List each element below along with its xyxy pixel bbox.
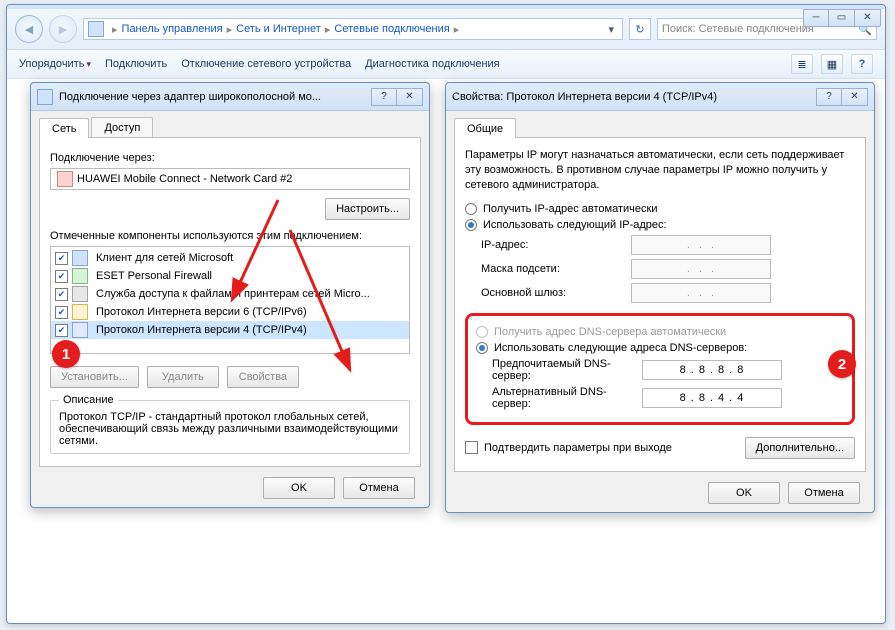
help-button[interactable]: ? [816, 88, 842, 106]
items-label: Отмеченные компоненты используются этим … [50, 230, 410, 242]
gateway-input[interactable]: ... [631, 283, 771, 303]
tab-network[interactable]: Сеть [39, 118, 89, 138]
mask-input[interactable]: ... [631, 259, 771, 279]
window-controls: ─ ▭ ✕ [803, 9, 881, 27]
forward-button[interactable]: ▶ [49, 15, 77, 43]
cancel-button[interactable]: Отмена [343, 477, 415, 499]
ok-button[interactable]: OK [708, 482, 780, 504]
radio-icon[interactable] [465, 219, 477, 231]
install-button[interactable]: Установить... [50, 366, 139, 388]
refresh-button[interactable]: ↻ [629, 18, 651, 40]
checkbox[interactable] [55, 270, 68, 283]
configure-button[interactable]: Настроить... [325, 198, 410, 220]
radio-ip-manual[interactable]: Использовать следующий IP-адрес: [465, 219, 855, 231]
confirm-checkbox[interactable] [465, 441, 478, 454]
path-dropdown[interactable]: ▾ [604, 23, 618, 36]
description-title: Описание [59, 394, 118, 406]
cmd-diagnose[interactable]: Диагностика подключения [365, 58, 499, 70]
breadcrumb-path[interactable]: ▸ Панель управления ▸ Сеть и Интернет ▸ … [83, 18, 623, 40]
checkbox[interactable] [55, 306, 68, 319]
ipv4-properties-dialog: Свойства: Протокол Интернета версии 4 (T… [445, 82, 875, 513]
list-item-ipv4[interactable]: Протокол Интернета версии 4 (TCP/IPv4) [51, 321, 409, 339]
confirm-label: Подтвердить параметры при выходе [484, 442, 672, 454]
radio-dns-manual[interactable]: Использовать следующие адреса DNS-сервер… [476, 342, 844, 354]
radio-dns-auto: Получить адрес DNS-сервера автоматически [476, 326, 844, 338]
list-item[interactable]: ESET Personal Firewall [51, 267, 409, 285]
huawei-icon [57, 171, 73, 187]
ip-input[interactable]: ... [631, 235, 771, 255]
properties-button[interactable]: Свойства [227, 366, 299, 388]
command-bar: Упорядочить▾ Подключить Отключение сетев… [7, 50, 885, 79]
list-item[interactable]: Служба доступа к файлам и принтерам сете… [51, 285, 409, 303]
maximize-button[interactable]: ▭ [829, 9, 855, 27]
adapter-name: HUAWEI Mobile Connect - Network Card #2 [77, 173, 292, 185]
help-button[interactable]: ? [851, 54, 873, 74]
list-item[interactable]: Клиент для сетей Microsoft [51, 249, 409, 267]
file-print-icon [72, 286, 88, 302]
close-button[interactable]: ✕ [842, 88, 868, 106]
dialog-title: Свойства: Протокол Интернета версии 4 (T… [452, 91, 816, 103]
breadcrumb-item[interactable]: Сеть и Интернет [236, 23, 321, 35]
radio-icon [476, 326, 488, 338]
alt-dns-label: Альтернативный DNS-сервер: [492, 386, 642, 410]
preview-pane-button[interactable]: ▦ [821, 54, 843, 74]
list-item[interactable]: Протокол Интернета версии 6 (TCP/IPv6) [51, 303, 409, 321]
dialog-title: Подключение через адаптер широкополосной… [59, 91, 371, 103]
breadcrumb-item[interactable]: Сетевые подключения [334, 23, 449, 35]
help-button[interactable]: ? [371, 88, 397, 106]
cmd-disable[interactable]: Отключение сетевого устройства [181, 58, 351, 70]
ipv4-icon [72, 322, 88, 338]
checkbox[interactable] [55, 324, 68, 337]
close-button[interactable]: ✕ [855, 9, 881, 27]
annotation-bubble-1: 1 [52, 340, 80, 368]
pref-dns-label: Предпочитаемый DNS-сервер: [492, 358, 642, 382]
firewall-icon [72, 268, 88, 284]
adapter-icon [37, 89, 53, 105]
gateway-label: Основной шлюз: [481, 287, 631, 299]
components-list[interactable]: Клиент для сетей Microsoft ESET Personal… [50, 246, 410, 354]
minimize-button[interactable]: ─ [803, 9, 829, 27]
cmd-connect[interactable]: Подключить [105, 58, 167, 70]
close-button[interactable]: ✕ [397, 88, 423, 106]
client-icon [72, 250, 88, 266]
breadcrumb-item[interactable]: Панель управления [122, 23, 223, 35]
mask-label: Маска подсети: [481, 263, 631, 275]
back-button[interactable]: ◀ [15, 15, 43, 43]
pref-dns-input[interactable]: 8.8.8.8 [642, 360, 782, 380]
ok-button[interactable]: OK [263, 477, 335, 499]
connect-through-label: Подключение через: [50, 152, 410, 164]
ipv6-icon [72, 304, 88, 320]
advanced-button[interactable]: Дополнительно... [745, 437, 855, 459]
checkbox[interactable] [55, 288, 68, 301]
network-icon [88, 21, 104, 37]
tab-general[interactable]: Общие [454, 118, 516, 138]
radio-icon[interactable] [465, 203, 477, 215]
connection-properties-dialog: Подключение через адаптер широкополосной… [30, 82, 430, 508]
alt-dns-input[interactable]: 8.8.4.4 [642, 388, 782, 408]
info-text: Параметры IP могут назначаться автоматич… [465, 148, 855, 193]
annotation-bubble-2: 2 [828, 350, 856, 378]
view-button[interactable]: ≣ [791, 54, 813, 74]
uninstall-button[interactable]: Удалить [147, 366, 219, 388]
cancel-button[interactable]: Отмена [788, 482, 860, 504]
checkbox[interactable] [55, 252, 68, 265]
dns-highlight-box: Получить адрес DNS-сервера автоматически… [465, 313, 855, 425]
ip-label: IP-адрес: [481, 239, 631, 251]
address-bar: ◀ ▶ ▸ Панель управления ▸ Сеть и Интерне… [7, 9, 885, 50]
adapter-field[interactable]: HUAWEI Mobile Connect - Network Card #2 [50, 168, 410, 190]
cmd-organize[interactable]: Упорядочить▾ [19, 58, 91, 70]
radio-icon[interactable] [476, 342, 488, 354]
tab-access[interactable]: Доступ [91, 117, 153, 137]
description-text: Протокол TCP/IP - стандартный протокол г… [59, 411, 401, 447]
radio-ip-auto[interactable]: Получить IP-адрес автоматически [465, 203, 855, 215]
search-placeholder: Поиск: Сетевые подключения [662, 23, 814, 35]
